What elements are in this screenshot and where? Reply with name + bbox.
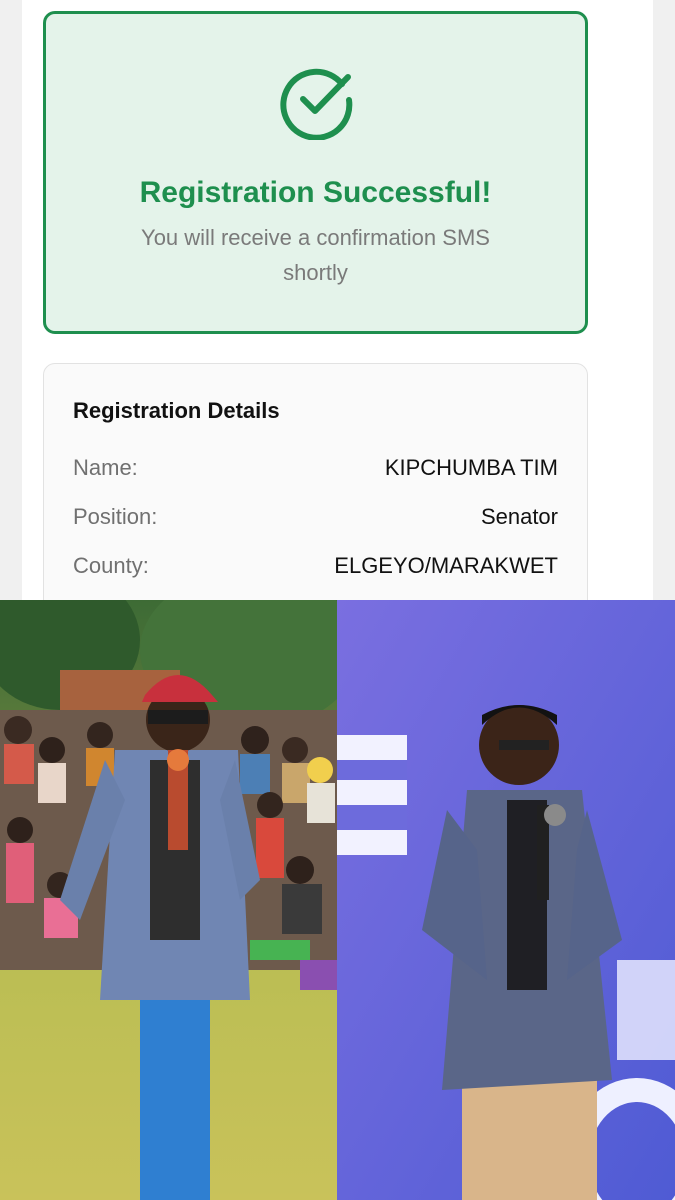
success-title: Registration Successful!: [139, 176, 492, 209]
detail-label: Name:: [73, 455, 138, 480]
detail-row-name: Name: KIPCHUMBA TIM: [73, 455, 558, 485]
photo-collage: [0, 600, 675, 1200]
success-banner: Registration Successful! You will receiv…: [43, 11, 588, 334]
detail-value: Senator: [480, 504, 558, 529]
detail-row-county: County: ELGEYO/MARAKWET: [73, 553, 558, 583]
details-title: Registration Details: [73, 398, 280, 423]
photo-outdoor-rally: [0, 600, 337, 1200]
registration-details-card: Registration Details Name: KIPCHUMBA TIM…: [43, 363, 588, 600]
detail-value: ELGEYO/MARAKWET: [334, 553, 558, 578]
detail-label: County:: [73, 553, 149, 578]
check-circle-icon: [280, 68, 353, 140]
success-message: You will receive a confirmation SMS shor…: [141, 225, 490, 285]
photo-stage-event: [337, 600, 675, 1200]
detail-row-position: Position: Senator: [73, 504, 558, 534]
registration-screen: Registration Successful! You will receiv…: [0, 0, 675, 600]
detail-value: KIPCHUMBA TIM: [384, 455, 558, 480]
detail-label: Position:: [73, 504, 158, 529]
